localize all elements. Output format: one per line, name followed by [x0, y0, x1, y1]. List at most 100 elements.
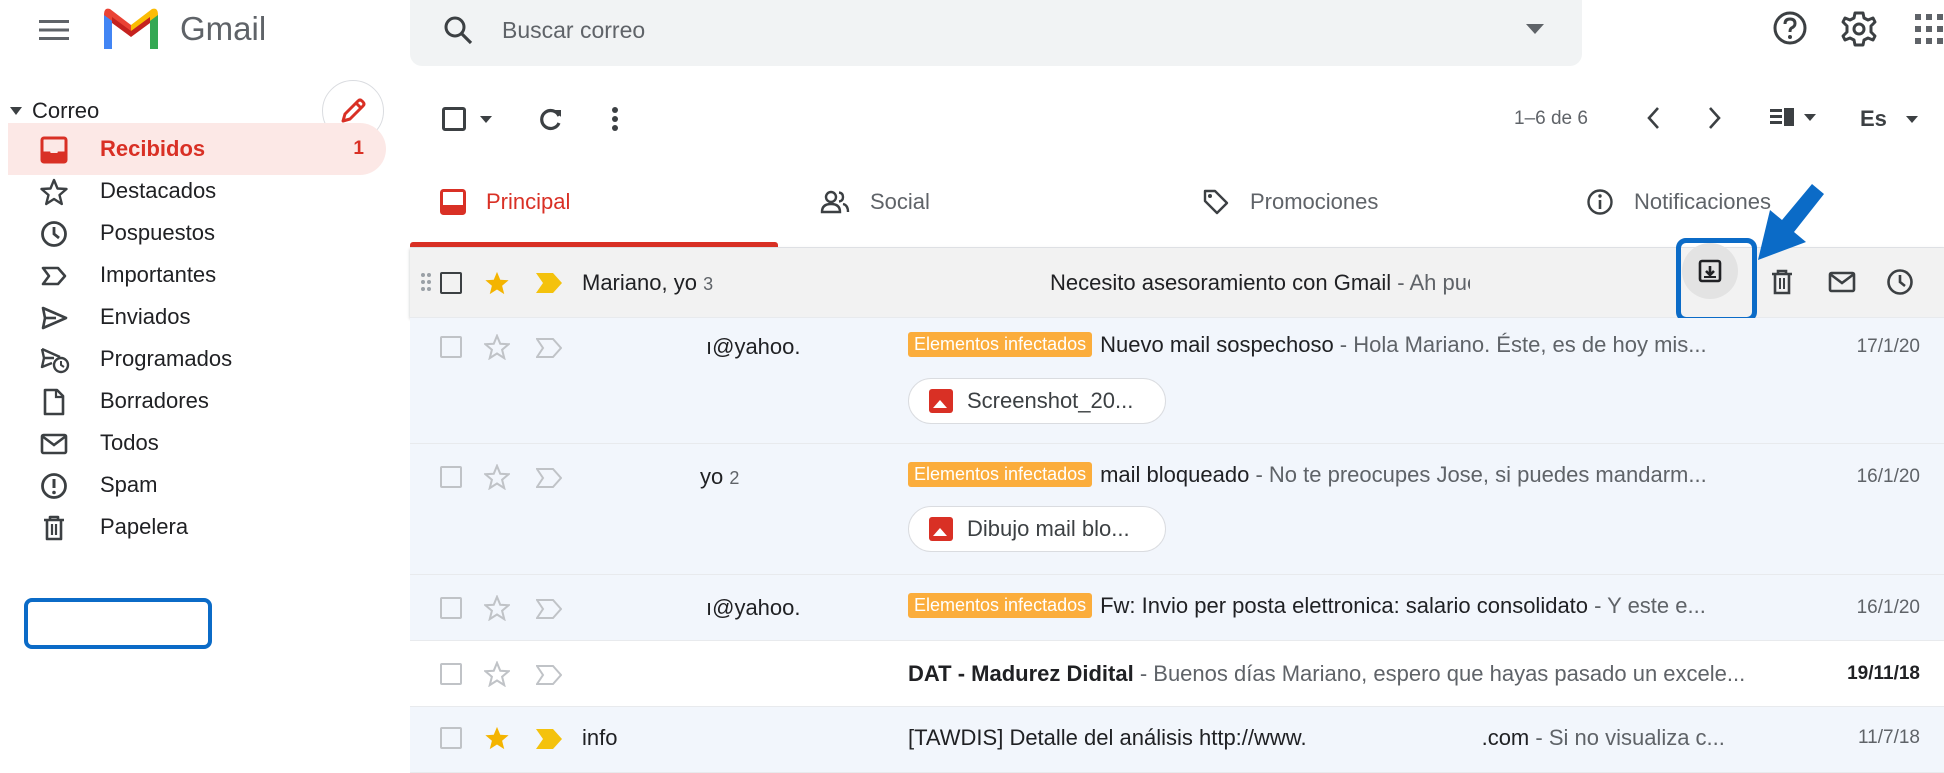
main-menu-button[interactable] — [34, 10, 74, 50]
delete-icon[interactable] — [1770, 268, 1794, 296]
label-important-icon — [40, 262, 68, 290]
inbox-icon — [40, 136, 68, 164]
refresh-icon[interactable] — [538, 106, 564, 132]
star-icon[interactable] — [484, 464, 510, 490]
scheduled-send-icon — [40, 346, 70, 374]
sidebar-item-label: Programados — [100, 346, 233, 371]
help-icon[interactable] — [1772, 10, 1808, 46]
mail-section-header[interactable]: Correo — [10, 98, 99, 124]
star-icon[interactable] — [484, 334, 510, 360]
search-icon[interactable] — [442, 14, 474, 46]
important-marker-icon[interactable] — [536, 599, 562, 619]
search-input[interactable] — [502, 12, 1402, 48]
row-checkbox[interactable] — [440, 336, 462, 358]
star-filled-icon[interactable] — [484, 725, 510, 751]
input-language-label[interactable]: Es — [1860, 106, 1887, 132]
select-all-checkbox[interactable] — [442, 107, 466, 131]
sidebar-item-label: Papelera — [100, 514, 189, 539]
email-subject: Elementos infectados Nuevo mail sospechos… — [908, 332, 1768, 358]
row-checkbox[interactable] — [440, 727, 462, 749]
more-options-icon[interactable] — [611, 106, 619, 132]
sidebar: Correo Recibidos 1 Destacados Pospuestos… — [0, 80, 400, 765]
email-date: 11/7/18 — [1858, 727, 1920, 748]
email-row[interactable]: ı@yahoo. Elementos infectados Fw: Invio p… — [410, 575, 1944, 641]
email-subject: DAT - Madurez Didital - Buenos días Mari… — [908, 661, 1746, 686]
sidebar-item-label: Importantes — [100, 262, 217, 287]
sender-name: Mariano, yo 3 — [582, 270, 714, 295]
snooze-icon[interactable] — [1886, 268, 1914, 296]
email-date: 19/11/18 — [1847, 663, 1920, 684]
sender-name: ı@yahoo. — [706, 595, 801, 620]
tag-icon — [1202, 188, 1230, 216]
email-date: 16/1/20 — [1856, 597, 1920, 618]
archive-icon — [1698, 259, 1722, 283]
sidebar-item-label: Enviados — [100, 304, 191, 329]
star-icon[interactable] — [484, 661, 510, 687]
email-row[interactable]: ı@yahoo. Elementos infectados Nuevo mail … — [410, 318, 1944, 444]
star-icon — [40, 178, 68, 206]
search-bar[interactable] — [410, 0, 1582, 66]
important-marker-icon[interactable] — [536, 729, 562, 749]
top-bar: Gmail — [0, 0, 1944, 80]
email-date: 17/1/20 — [1856, 336, 1920, 357]
draft-icon — [40, 388, 68, 416]
tab-label: Principal — [486, 189, 571, 214]
sidebar-item-label: Spam — [100, 472, 158, 497]
archive-button[interactable] — [1682, 243, 1738, 299]
sidebar-item-label: Recibidos — [100, 136, 206, 161]
important-marker-icon[interactable] — [536, 273, 562, 293]
select-dropdown-icon[interactable] — [480, 116, 492, 123]
todos-highlight-box — [24, 598, 212, 649]
row-checkbox[interactable] — [440, 272, 462, 294]
search-options-icon[interactable] — [1526, 24, 1544, 34]
apps-grid-icon[interactable] — [1915, 14, 1944, 44]
email-subject: Elementos infectados Fw: Invio per posta … — [908, 593, 1768, 619]
sidebar-item-label: Borradores — [100, 388, 209, 413]
row-checkbox[interactable] — [440, 466, 462, 488]
email-date: 16/1/20 — [1856, 466, 1920, 487]
trash-icon — [40, 514, 68, 542]
pencil-icon — [338, 96, 368, 126]
info-icon — [1586, 188, 1614, 216]
language-dropdown-icon[interactable] — [1906, 116, 1918, 123]
people-icon — [820, 189, 850, 215]
mail-toolbar: 1–6 de 6 Es — [410, 80, 1944, 156]
collapse-caret-icon — [10, 107, 22, 115]
row-checkbox[interactable] — [440, 663, 462, 685]
star-icon[interactable] — [484, 595, 510, 621]
star-filled-icon[interactable] — [484, 270, 510, 296]
important-marker-icon[interactable] — [536, 665, 562, 685]
email-row[interactable]: info [TAWDIS] Detalle del análisis http:… — [410, 707, 1944, 773]
tab-principal[interactable]: Principal — [440, 156, 570, 248]
row-checkbox[interactable] — [440, 597, 462, 619]
chevron-left-icon[interactable] — [1646, 106, 1660, 130]
important-marker-icon[interactable] — [536, 468, 562, 488]
image-icon — [929, 517, 953, 541]
inbox-icon — [440, 189, 466, 215]
spam-icon — [40, 472, 68, 500]
attachment-chip[interactable]: Dibujo mail blo... — [908, 506, 1166, 552]
drag-handle-icon[interactable] — [420, 272, 432, 292]
section-label: Correo — [32, 98, 100, 123]
tab-notificaciones[interactable]: Notificaciones — [1586, 156, 1771, 248]
app-name: Gmail — [180, 10, 267, 47]
gmail-logo[interactable]: Gmail — [100, 5, 266, 53]
label-chip: Elementos infectados — [908, 593, 1093, 618]
active-tab-indicator — [410, 242, 778, 247]
tab-social[interactable]: Social — [820, 156, 930, 248]
important-marker-icon[interactable] — [536, 338, 562, 358]
category-tabs: Principal Social Promociones Notificacio… — [410, 156, 1944, 248]
chevron-right-icon[interactable] — [1708, 106, 1722, 130]
attachment-chip[interactable]: Screenshot_20... — [908, 378, 1166, 424]
tab-promociones[interactable]: Promociones — [1202, 156, 1378, 248]
email-row[interactable]: yo 2 Elementos infectados mail bloqueado … — [410, 444, 1944, 575]
mark-unread-icon[interactable] — [1828, 270, 1856, 294]
clock-icon — [40, 220, 68, 248]
sidebar-item-papelera[interactable]: Papelera — [8, 501, 386, 553]
mail-icon — [40, 430, 68, 458]
gear-icon[interactable] — [1840, 10, 1878, 48]
split-pane-icon[interactable] — [1770, 108, 1816, 128]
sender-name: yo 2 — [700, 464, 740, 489]
email-row[interactable]: DAT - Madurez Didital - Buenos días Mari… — [410, 641, 1944, 707]
hamburger-icon — [39, 18, 69, 42]
